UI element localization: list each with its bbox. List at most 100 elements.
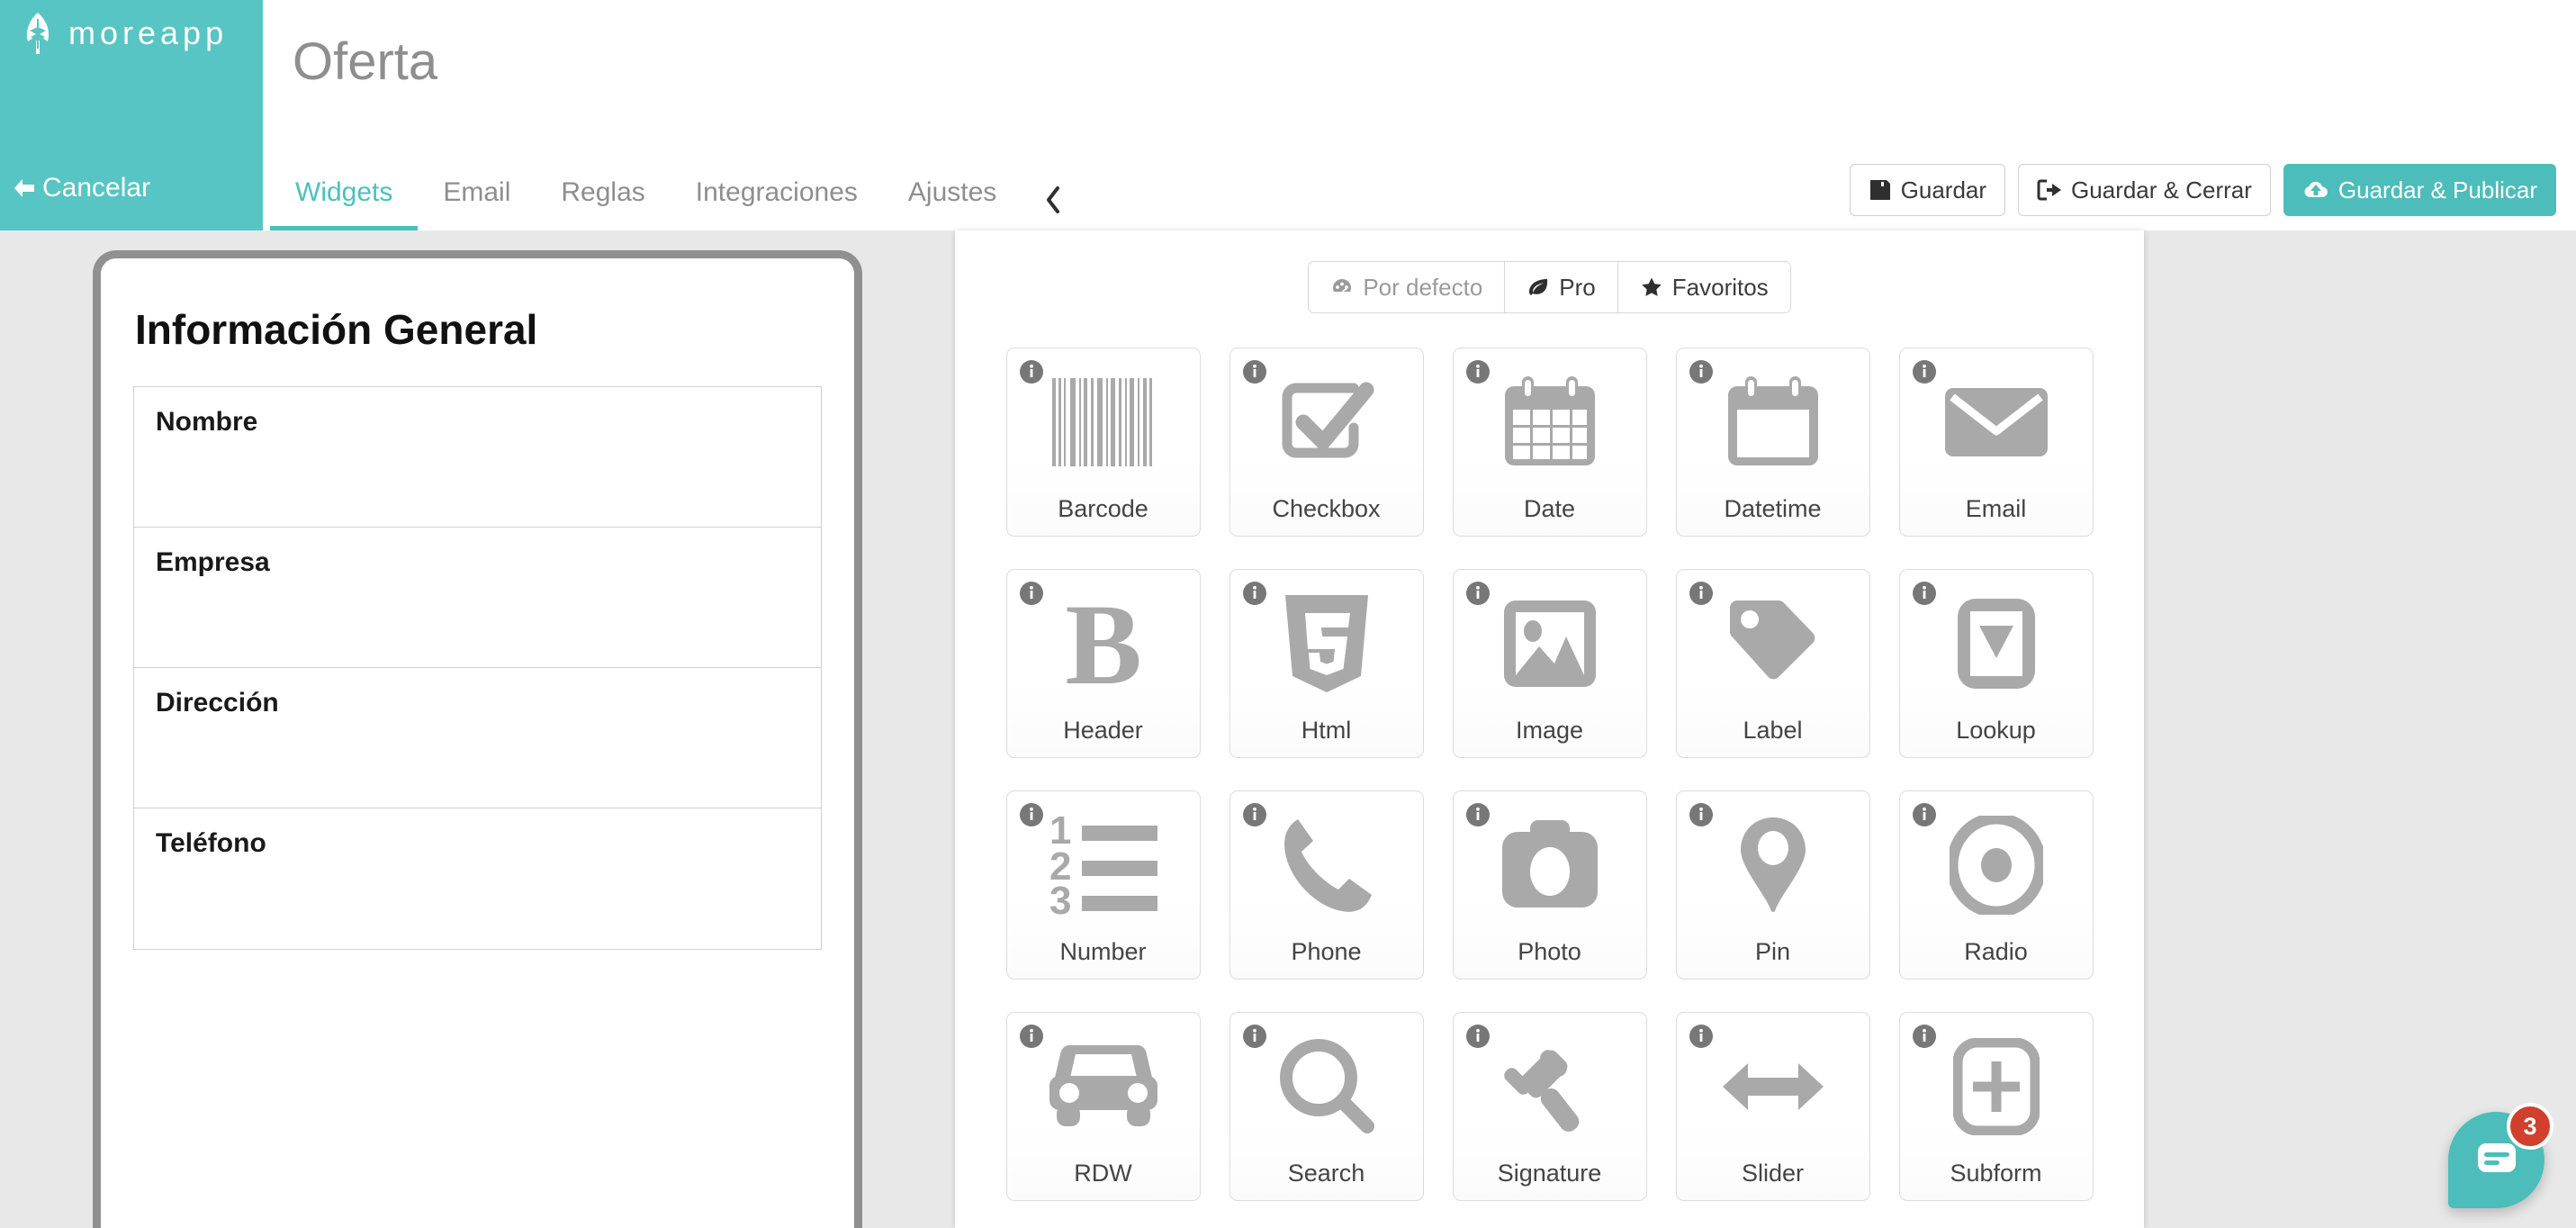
widget-card-barcode[interactable]: Barcode [1005, 348, 1201, 537]
widget-card-slider[interactable]: Slider [1675, 1012, 1870, 1201]
widget-label: Checkbox [1272, 495, 1381, 522]
info-circle-icon[interactable] [1465, 1024, 1491, 1049]
preview-form-title: Información General [135, 306, 538, 353]
widget-label: Label [1743, 717, 1803, 744]
chat-bubble-icon [2475, 1139, 2518, 1181]
filter-favoritos-label: Favoritos [1671, 273, 1769, 301]
tab-integraciones[interactable]: Integraciones [671, 177, 883, 230]
widget-label: Signature [1497, 1160, 1602, 1187]
widget-label: Email [1965, 495, 2027, 522]
filter-favoritos[interactable]: Favoritos [1617, 262, 1790, 312]
info-circle-icon[interactable] [1465, 359, 1491, 384]
info-circle-icon[interactable] [1912, 1024, 1937, 1049]
widget-label: Header [1063, 717, 1143, 744]
preview-field[interactable]: Dirección [134, 668, 821, 808]
page-title: Oferta [293, 32, 438, 91]
info-circle-icon[interactable] [1242, 802, 1267, 827]
save-button[interactable]: Guardar [1849, 164, 2006, 216]
tab-widgets[interactable]: Widgets [270, 177, 419, 230]
tab-reglas[interactable]: Reglas [536, 177, 670, 230]
widget-label: Number [1059, 938, 1147, 965]
app-logo[interactable]: moreapp [20, 13, 228, 54]
widget-card-signature[interactable]: Signature [1452, 1012, 1647, 1201]
widget-card-image[interactable]: Image [1452, 569, 1647, 758]
cancel-button[interactable]: Cancelar [13, 173, 150, 203]
widget-label: Html [1301, 717, 1352, 744]
preview-field-label: Nombre [156, 407, 258, 437]
info-circle-icon[interactable] [1242, 359, 1267, 384]
chat-unread-badge: 3 [2507, 1103, 2553, 1150]
widget-label: Datetime [1724, 495, 1822, 522]
preview-field[interactable]: Teléfono [134, 808, 821, 949]
filter-pro-label: Pro [1559, 273, 1596, 301]
save-and-close-button[interactable]: Guardar & Cerrar [2018, 164, 2271, 216]
widget-card-html[interactable]: Html [1229, 569, 1424, 758]
info-circle-icon[interactable] [1019, 802, 1044, 827]
widget-card-number[interactable]: 1 2 3 Number [1005, 790, 1201, 980]
preview-field[interactable]: Nombre [134, 387, 821, 528]
widget-card-pin[interactable]: Pin [1675, 790, 1870, 980]
svg-text:B: B [1065, 593, 1141, 694]
tab-email[interactable]: Email [418, 177, 536, 230]
tab-ajustes[interactable]: Ajustes [883, 177, 1022, 230]
preview-field-label: Dirección [156, 688, 279, 718]
widget-card-email[interactable]: Email [1898, 348, 2094, 537]
widget-label: Lookup [1956, 717, 2036, 744]
info-circle-icon[interactable] [1465, 802, 1491, 827]
save-and-close-button-label: Guardar & Cerrar [2071, 176, 2252, 203]
widget-panel: Por defecto Pro Favoritos Barcode Checkb… [955, 230, 2144, 1228]
widget-label: Image [1515, 717, 1584, 744]
widget-grid: Barcode Checkbox Date Datetime Email B H… [955, 313, 2144, 1201]
dashboard-icon [1330, 275, 1354, 299]
preview-field-list: Nombre Empresa Dirección Teléfono [133, 386, 822, 950]
info-circle-icon[interactable] [1019, 581, 1044, 606]
widget-card-radio[interactable]: Radio [1898, 790, 2094, 980]
action-buttons: Guardar Guardar & Cerrar Guardar & Publi… [1849, 164, 2556, 216]
arrow-left-icon [13, 177, 36, 199]
widget-card-date[interactable]: Date [1452, 348, 1647, 537]
info-circle-icon[interactable] [1689, 1024, 1714, 1049]
info-circle-icon[interactable] [1242, 1024, 1267, 1049]
widget-card-phone[interactable]: Phone [1229, 790, 1424, 980]
widget-filter-row: Por defecto Pro Favoritos [955, 230, 2144, 313]
info-circle-icon[interactable] [1912, 359, 1937, 384]
info-circle-icon[interactable] [1689, 581, 1714, 606]
info-circle-icon[interactable] [1689, 359, 1714, 384]
save-button-label: Guardar [1900, 176, 1987, 203]
filter-pro[interactable]: Pro [1505, 262, 1618, 312]
info-circle-icon[interactable] [1689, 802, 1714, 827]
widget-label: Radio [1964, 938, 2028, 965]
cancel-label: Cancelar [42, 173, 151, 203]
cloud-upload-icon [2302, 179, 2329, 201]
chevron-left-icon [1045, 185, 1061, 214]
widget-label: Date [1523, 495, 1576, 522]
widget-label: Slider [1741, 1160, 1805, 1187]
info-circle-icon[interactable] [1912, 802, 1937, 827]
collapse-tabs-button[interactable] [1022, 149, 1085, 230]
chat-launcher-button[interactable]: 3 [2448, 1103, 2553, 1208]
widget-card-datetime[interactable]: Datetime [1675, 348, 1870, 537]
widget-label: RDW [1074, 1160, 1132, 1187]
widget-label: Barcode [1058, 495, 1148, 522]
widget-card-rdw[interactable]: RDW [1005, 1012, 1201, 1201]
save-and-publish-button[interactable]: Guardar & Publicar [2283, 164, 2556, 216]
filter-por-defecto[interactable]: Por defecto [1309, 262, 1506, 312]
info-circle-icon[interactable] [1019, 359, 1044, 384]
save-floppy-icon [1869, 178, 1892, 202]
widget-card-lookup[interactable]: Lookup [1898, 569, 2094, 758]
info-circle-icon[interactable] [1019, 1024, 1044, 1049]
sign-out-icon [2037, 178, 2062, 202]
widget-card-photo[interactable]: Photo [1452, 790, 1647, 980]
top-bar: moreapp Cancelar Oferta Widgets Email Re… [0, 0, 2576, 230]
widget-card-checkbox[interactable]: Checkbox [1229, 348, 1424, 537]
widget-label: Phone [1291, 938, 1362, 965]
info-circle-icon[interactable] [1912, 581, 1937, 606]
widget-label: Subform [1950, 1160, 2042, 1187]
widget-card-header[interactable]: B Header [1005, 569, 1201, 758]
preview-field[interactable]: Empresa [134, 528, 821, 668]
info-circle-icon[interactable] [1465, 581, 1491, 606]
widget-card-subform[interactable]: Subform [1898, 1012, 2094, 1201]
widget-card-label[interactable]: Label [1675, 569, 1870, 758]
widget-card-search[interactable]: Search [1229, 1012, 1424, 1201]
info-circle-icon[interactable] [1242, 581, 1267, 606]
